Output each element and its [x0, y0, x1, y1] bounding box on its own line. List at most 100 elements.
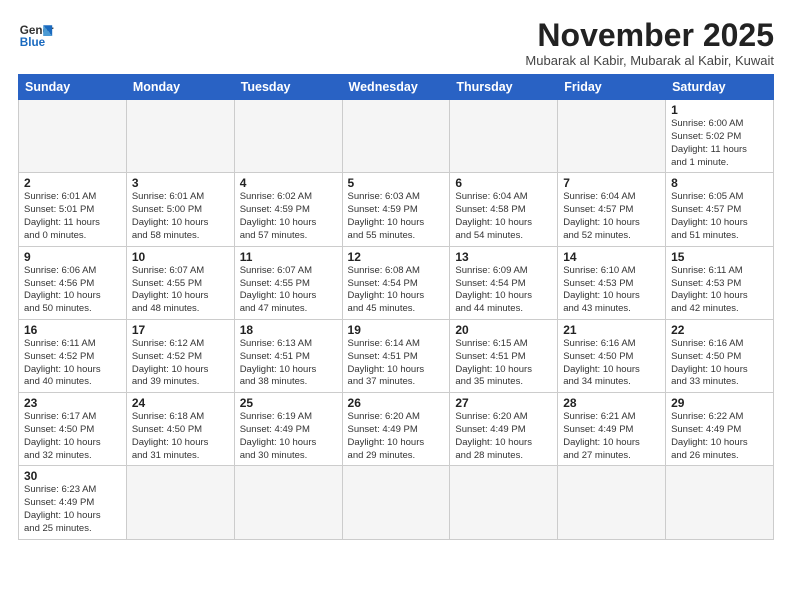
svg-text:Blue: Blue [20, 36, 46, 49]
calendar-cell [342, 100, 450, 173]
month-title: November 2025 [525, 18, 774, 53]
weekday-header-thursday: Thursday [450, 75, 558, 100]
calendar-cell: 14Sunrise: 6:10 AM Sunset: 4:53 PM Dayli… [558, 246, 666, 319]
calendar-cell: 22Sunrise: 6:16 AM Sunset: 4:50 PM Dayli… [666, 319, 774, 392]
calendar-cell [558, 100, 666, 173]
day-number: 21 [563, 323, 660, 337]
weekday-header-wednesday: Wednesday [342, 75, 450, 100]
weekday-header-row: SundayMondayTuesdayWednesdayThursdayFrid… [19, 75, 774, 100]
day-number: 1 [671, 103, 768, 117]
calendar-cell: 4Sunrise: 6:02 AM Sunset: 4:59 PM Daylig… [234, 173, 342, 246]
day-info: Sunrise: 6:17 AM Sunset: 4:50 PM Dayligh… [24, 411, 121, 462]
calendar-cell: 11Sunrise: 6:07 AM Sunset: 4:55 PM Dayli… [234, 246, 342, 319]
calendar-page: General Blue November 2025 Mubarak al Ka… [0, 0, 792, 612]
calendar-cell [558, 466, 666, 539]
calendar-cell: 8Sunrise: 6:05 AM Sunset: 4:57 PM Daylig… [666, 173, 774, 246]
weekday-header-saturday: Saturday [666, 75, 774, 100]
day-number: 28 [563, 396, 660, 410]
calendar-cell: 18Sunrise: 6:13 AM Sunset: 4:51 PM Dayli… [234, 319, 342, 392]
day-info: Sunrise: 6:10 AM Sunset: 4:53 PM Dayligh… [563, 265, 660, 316]
day-number: 10 [132, 250, 229, 264]
day-number: 27 [455, 396, 552, 410]
calendar-cell: 20Sunrise: 6:15 AM Sunset: 4:51 PM Dayli… [450, 319, 558, 392]
day-number: 19 [348, 323, 445, 337]
day-info: Sunrise: 6:16 AM Sunset: 4:50 PM Dayligh… [563, 338, 660, 389]
calendar-cell: 26Sunrise: 6:20 AM Sunset: 4:49 PM Dayli… [342, 393, 450, 466]
weekday-header-friday: Friday [558, 75, 666, 100]
day-number: 11 [240, 250, 337, 264]
day-number: 25 [240, 396, 337, 410]
day-info: Sunrise: 6:06 AM Sunset: 4:56 PM Dayligh… [24, 265, 121, 316]
calendar-cell [234, 100, 342, 173]
calendar-cell: 28Sunrise: 6:21 AM Sunset: 4:49 PM Dayli… [558, 393, 666, 466]
day-number: 12 [348, 250, 445, 264]
day-number: 22 [671, 323, 768, 337]
calendar-cell: 24Sunrise: 6:18 AM Sunset: 4:50 PM Dayli… [126, 393, 234, 466]
calendar-cell: 12Sunrise: 6:08 AM Sunset: 4:54 PM Dayli… [342, 246, 450, 319]
day-info: Sunrise: 6:11 AM Sunset: 4:52 PM Dayligh… [24, 338, 121, 389]
calendar-cell [19, 100, 127, 173]
calendar-cell: 7Sunrise: 6:04 AM Sunset: 4:57 PM Daylig… [558, 173, 666, 246]
calendar-table: SundayMondayTuesdayWednesdayThursdayFrid… [18, 74, 774, 540]
day-number: 30 [24, 469, 121, 483]
weekday-header-tuesday: Tuesday [234, 75, 342, 100]
day-info: Sunrise: 6:11 AM Sunset: 4:53 PM Dayligh… [671, 265, 768, 316]
day-info: Sunrise: 6:21 AM Sunset: 4:49 PM Dayligh… [563, 411, 660, 462]
location-subtitle: Mubarak al Kabir, Mubarak al Kabir, Kuwa… [525, 53, 774, 68]
calendar-cell [450, 466, 558, 539]
weekday-header-sunday: Sunday [19, 75, 127, 100]
day-info: Sunrise: 6:04 AM Sunset: 4:58 PM Dayligh… [455, 191, 552, 242]
calendar-cell: 3Sunrise: 6:01 AM Sunset: 5:00 PM Daylig… [126, 173, 234, 246]
logo-icon: General Blue [18, 18, 54, 54]
day-info: Sunrise: 6:04 AM Sunset: 4:57 PM Dayligh… [563, 191, 660, 242]
day-info: Sunrise: 6:20 AM Sunset: 4:49 PM Dayligh… [455, 411, 552, 462]
day-info: Sunrise: 6:08 AM Sunset: 4:54 PM Dayligh… [348, 265, 445, 316]
calendar-cell: 15Sunrise: 6:11 AM Sunset: 4:53 PM Dayli… [666, 246, 774, 319]
calendar-cell: 10Sunrise: 6:07 AM Sunset: 4:55 PM Dayli… [126, 246, 234, 319]
weekday-header-monday: Monday [126, 75, 234, 100]
calendar-cell: 30Sunrise: 6:23 AM Sunset: 4:49 PM Dayli… [19, 466, 127, 539]
calendar-cell: 19Sunrise: 6:14 AM Sunset: 4:51 PM Dayli… [342, 319, 450, 392]
calendar-cell: 13Sunrise: 6:09 AM Sunset: 4:54 PM Dayli… [450, 246, 558, 319]
calendar-cell [126, 466, 234, 539]
day-info: Sunrise: 6:02 AM Sunset: 4:59 PM Dayligh… [240, 191, 337, 242]
day-number: 14 [563, 250, 660, 264]
day-number: 6 [455, 176, 552, 190]
calendar-cell [342, 466, 450, 539]
day-number: 3 [132, 176, 229, 190]
calendar-cell [666, 466, 774, 539]
day-info: Sunrise: 6:23 AM Sunset: 4:49 PM Dayligh… [24, 484, 121, 535]
day-number: 9 [24, 250, 121, 264]
calendar-cell: 23Sunrise: 6:17 AM Sunset: 4:50 PM Dayli… [19, 393, 127, 466]
day-info: Sunrise: 6:07 AM Sunset: 4:55 PM Dayligh… [240, 265, 337, 316]
day-info: Sunrise: 6:15 AM Sunset: 4:51 PM Dayligh… [455, 338, 552, 389]
day-number: 2 [24, 176, 121, 190]
calendar-cell: 2Sunrise: 6:01 AM Sunset: 5:01 PM Daylig… [19, 173, 127, 246]
day-info: Sunrise: 6:22 AM Sunset: 4:49 PM Dayligh… [671, 411, 768, 462]
day-info: Sunrise: 6:01 AM Sunset: 5:01 PM Dayligh… [24, 191, 121, 242]
day-number: 8 [671, 176, 768, 190]
calendar-cell [450, 100, 558, 173]
day-number: 15 [671, 250, 768, 264]
calendar-week-6: 30Sunrise: 6:23 AM Sunset: 4:49 PM Dayli… [19, 466, 774, 539]
day-number: 29 [671, 396, 768, 410]
calendar-cell: 25Sunrise: 6:19 AM Sunset: 4:49 PM Dayli… [234, 393, 342, 466]
day-number: 4 [240, 176, 337, 190]
day-number: 18 [240, 323, 337, 337]
day-info: Sunrise: 6:18 AM Sunset: 4:50 PM Dayligh… [132, 411, 229, 462]
day-info: Sunrise: 6:19 AM Sunset: 4:49 PM Dayligh… [240, 411, 337, 462]
calendar-cell: 27Sunrise: 6:20 AM Sunset: 4:49 PM Dayli… [450, 393, 558, 466]
calendar-cell: 5Sunrise: 6:03 AM Sunset: 4:59 PM Daylig… [342, 173, 450, 246]
day-info: Sunrise: 6:12 AM Sunset: 4:52 PM Dayligh… [132, 338, 229, 389]
calendar-cell [234, 466, 342, 539]
calendar-week-2: 2Sunrise: 6:01 AM Sunset: 5:01 PM Daylig… [19, 173, 774, 246]
day-number: 16 [24, 323, 121, 337]
day-info: Sunrise: 6:05 AM Sunset: 4:57 PM Dayligh… [671, 191, 768, 242]
day-info: Sunrise: 6:09 AM Sunset: 4:54 PM Dayligh… [455, 265, 552, 316]
calendar-cell: 9Sunrise: 6:06 AM Sunset: 4:56 PM Daylig… [19, 246, 127, 319]
calendar-cell [126, 100, 234, 173]
header: General Blue November 2025 Mubarak al Ka… [18, 18, 774, 68]
day-number: 24 [132, 396, 229, 410]
day-info: Sunrise: 6:00 AM Sunset: 5:02 PM Dayligh… [671, 118, 768, 169]
day-info: Sunrise: 6:01 AM Sunset: 5:00 PM Dayligh… [132, 191, 229, 242]
